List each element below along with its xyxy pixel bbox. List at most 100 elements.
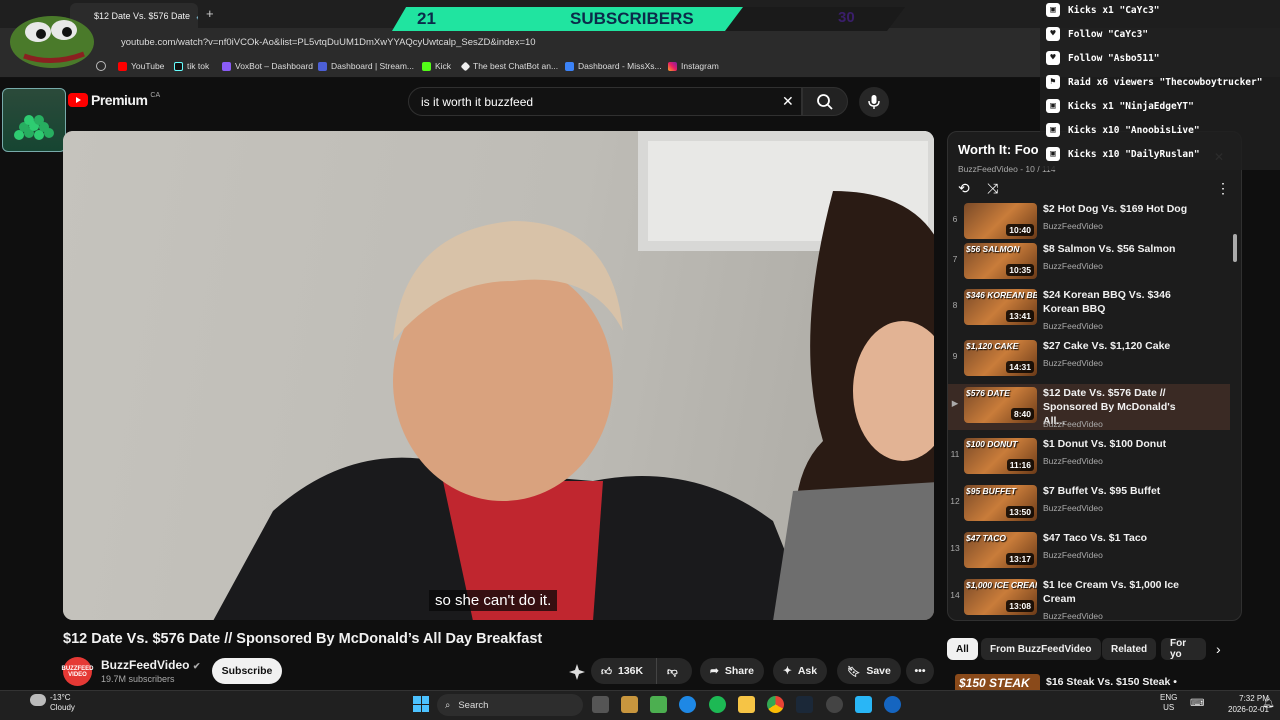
playlist-title[interactable]: Worth It: Foo	[958, 142, 1038, 157]
voice-search-button[interactable]	[859, 87, 889, 117]
playlist-row-thumbnail[interactable]: $346 KOREAN BBQ 13:41	[964, 289, 1037, 325]
file-explorer-icon[interactable]	[738, 696, 755, 713]
chrome-icon[interactable]	[767, 696, 784, 713]
thumbnail-tag: $56 SALMON	[966, 244, 1020, 254]
notifications-icon[interactable]: 🔔︎	[1262, 698, 1275, 709]
youtube-icon	[118, 61, 127, 71]
obs-icon[interactable]	[826, 696, 843, 713]
chip-all[interactable]: All	[947, 638, 978, 660]
thumbs-up-icon: 👍︎	[601, 665, 612, 678]
bookmark-instagram[interactable]: Instagram	[668, 61, 719, 71]
new-tab-icon[interactable]: +	[206, 6, 214, 21]
wow-icon[interactable]	[621, 696, 638, 713]
kick-icon: ▣	[1046, 123, 1060, 137]
steam-icon[interactable]	[796, 696, 813, 713]
playlist-row-thumbnail[interactable]: $576 DATE 8:40	[964, 387, 1037, 423]
mute-tab-icon[interactable]: 🔊	[196, 10, 198, 21]
video-player[interactable]: so she can't do it.	[63, 131, 934, 620]
dislike-button[interactable]: 👎︎	[656, 658, 692, 684]
bookmark-streamelements[interactable]: Dashboard | Stream...	[318, 61, 414, 71]
windows-start-icon[interactable]	[413, 696, 429, 712]
bookmark-missxs[interactable]: Dashboard - MissXs...	[565, 61, 662, 71]
search-input[interactable]: is it worth it buzzfeed	[408, 87, 802, 116]
playlist-row-title[interactable]: $7 Buffet Vs. $95 Buffet	[1043, 484, 1193, 498]
playlist-row-thumbnail[interactable]: $47 TACO 13:17	[964, 532, 1037, 568]
kick-icon: ▣	[1046, 3, 1060, 17]
tiktok-icon	[174, 61, 183, 71]
playlist-row-index: 13	[950, 543, 960, 553]
share-button[interactable]: ➦ Share	[700, 658, 764, 684]
stream-event-text: Kicks x1 "CaYc3"	[1068, 4, 1160, 16]
more-actions-button[interactable]: •••	[906, 658, 934, 684]
app-icon[interactable]	[650, 696, 667, 713]
ask-button[interactable]: ✦ Ask	[773, 658, 828, 684]
chevron-right-icon[interactable]: ›	[1216, 641, 1221, 657]
app-icon-blue[interactable]	[884, 696, 901, 713]
playlist-row-index: 7	[952, 254, 958, 264]
playlist-row-title[interactable]: $24 Korean BBQ Vs. $346 Korean BBQ	[1043, 288, 1193, 316]
playlist-row-title[interactable]: $2 Hot Dog Vs. $169 Hot Dog	[1043, 202, 1193, 216]
playlist-scrollbar[interactable]	[1232, 205, 1238, 619]
network-icon[interactable]: ⌨	[1190, 698, 1204, 709]
shuffle-icon[interactable]: ⤨	[987, 180, 998, 197]
stream-event-row: ▣ Kicks x1 "NinjaEdgeYT"	[1046, 99, 1194, 113]
like-button[interactable]: 👍︎ 136K	[591, 658, 656, 684]
subscribe-button[interactable]: Subscribe	[212, 658, 282, 684]
playlist-row-title[interactable]: $1 Donut Vs. $100 Donut	[1043, 437, 1193, 451]
playlist-row-title[interactable]: $47 Taco Vs. $1 Taco	[1043, 531, 1193, 545]
spotify-icon[interactable]	[709, 696, 726, 713]
duration-badge: 14:31	[1006, 361, 1034, 373]
playlist-row-thumbnail[interactable]: $56 SALMON 10:35	[964, 243, 1037, 279]
stream-event-text: Kicks x10 "DailyRuslan"	[1068, 148, 1200, 160]
playlist-row-title[interactable]: $8 Salmon Vs. $56 Salmon	[1043, 242, 1193, 256]
more-vertical-icon[interactable]: ⋮	[1216, 180, 1230, 197]
streamelements-icon	[318, 61, 327, 71]
weather-widget[interactable]: -13°C Cloudy	[28, 693, 75, 713]
url-field[interactable]: youtube.com/watch?v=nf0iVCOk-Ao&list=PL5…	[121, 37, 536, 48]
next-video-thumbnail[interactable]: $150 STEAK	[955, 674, 1040, 690]
windows-taskbar	[0, 690, 1280, 720]
chip-for-you[interactable]: For yo	[1161, 638, 1206, 660]
loop-icon[interactable]: ⟲	[958, 180, 970, 197]
bookmark-kick[interactable]: Kick	[422, 61, 451, 71]
bookmark-youtube[interactable]: YouTube	[118, 61, 164, 71]
channel-avatar[interactable]: BUZZFEED VIDEO	[62, 657, 94, 686]
playlist-row-title[interactable]: $1 Ice Cream Vs. $1,000 Ice Cream	[1043, 578, 1193, 606]
thumbnail-tag: $47 TACO	[966, 533, 1006, 543]
next-video-title[interactable]: $16 Steak Vs. $150 Steak •	[1046, 676, 1177, 688]
taskbar-search[interactable]: ⌕ Search	[437, 694, 583, 716]
playlist-row-thumbnail[interactable]: $95 BUFFET 13:50	[964, 485, 1037, 521]
bookmark-tiktok[interactable]: tik tok	[174, 61, 209, 71]
chip-related[interactable]: Related	[1102, 638, 1157, 660]
raid-icon: ⚑	[1046, 75, 1060, 89]
search-button[interactable]	[802, 87, 848, 116]
stream-event-text: Follow "CaYc3"	[1068, 28, 1149, 40]
language-indicator[interactable]: ENG US	[1160, 693, 1177, 713]
subscriber-count: 21	[417, 9, 436, 28]
instagram-icon	[668, 61, 677, 71]
stream-event-text: Raid x6 viewers "Thecowboytrucker"	[1068, 76, 1263, 88]
save-button[interactable]: 🔖︎ Save	[837, 658, 901, 684]
clear-search-icon[interactable]: ✕	[782, 93, 794, 110]
notepad-icon[interactable]	[855, 696, 872, 713]
region-code: CA	[150, 91, 161, 99]
playlist-row-thumbnail[interactable]: $1,120 CAKE 14:31	[964, 340, 1037, 376]
playlist-row-channel: BuzzFeedVideo	[1043, 261, 1103, 271]
playlist-row-thumbnail[interactable]: $100 DONUT 11:16	[964, 438, 1037, 474]
bookmark-chatbot[interactable]: The best ChatBot an...	[460, 61, 558, 71]
playlist-row-thumbnail[interactable]: $1,000 ICE CREAM 13:08	[964, 579, 1037, 615]
duration-badge: 8:40	[1010, 408, 1034, 420]
youtube-premium-logo[interactable]: Premium CA	[68, 92, 160, 108]
channel-name[interactable]: BuzzFeedVideo ✔	[101, 658, 200, 672]
stream-event-text: Kicks x1 "NinjaEdgeYT"	[1068, 100, 1194, 112]
chip-from-buzzfeedvideo[interactable]: From BuzzFeedVideo	[981, 638, 1101, 660]
bookmark-voxbot[interactable]: VoxBot – Dashboard	[222, 61, 313, 71]
playlist-row-thumbnail[interactable]: 10:40	[964, 203, 1037, 239]
task-view-icon[interactable]	[592, 696, 609, 713]
playlist-scrollbar-thumb[interactable]	[1233, 234, 1237, 262]
playlist-row-channel: BuzzFeedVideo	[1043, 550, 1103, 560]
edge-icon[interactable]	[679, 696, 696, 713]
sparkle-bell-icon[interactable]	[567, 662, 587, 682]
chatbot-icon	[460, 61, 471, 71]
playlist-row-title[interactable]: $27 Cake Vs. $1,120 Cake	[1043, 339, 1193, 353]
